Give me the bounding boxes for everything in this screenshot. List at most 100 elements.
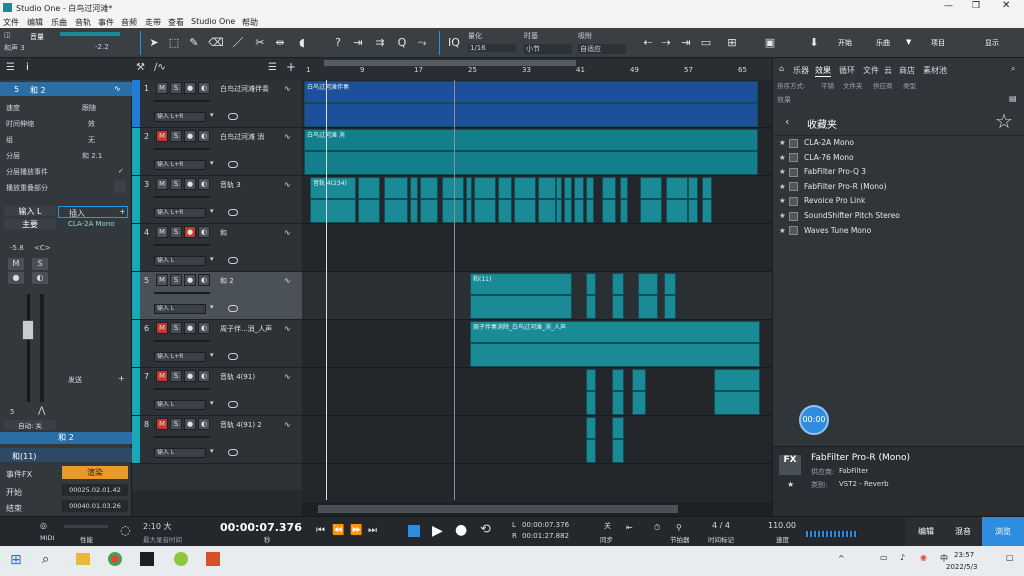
plugin-fav-icon[interactable]: ★ — [787, 480, 794, 489]
monitor-button[interactable]: ◐ — [32, 272, 48, 284]
track-toggle[interactable] — [228, 209, 238, 216]
track-solo-button[interactable]: S — [170, 178, 182, 190]
track-input-select[interactable]: 输入 L+R — [154, 112, 206, 122]
audio-clip[interactable] — [620, 177, 628, 223]
timeline-ruler[interactable]: 1 9 17 25 33 41 49 57 65 — [302, 58, 772, 80]
track-name[interactable]: 周子伴...消_人声 — [220, 324, 280, 334]
track-input-select[interactable]: 输入 L — [154, 400, 206, 410]
render-button[interactable]: 渲染 — [62, 466, 128, 479]
event-end-field[interactable]: 00040.01.03.26 — [62, 500, 128, 512]
zoom-icon[interactable]: Q — [394, 35, 410, 51]
track-lane[interactable] — [302, 224, 772, 272]
time-signature[interactable]: 4 / 4 — [712, 521, 730, 530]
audio-clip[interactable] — [556, 177, 562, 223]
track-name[interactable]: 和 2 — [220, 276, 280, 286]
track-mute-button[interactable]: M — [156, 418, 168, 430]
download-icon[interactable]: ⬇ — [806, 35, 822, 51]
track-monitor-button[interactable]: ◐ — [198, 178, 210, 190]
track-solo-button[interactable]: S — [170, 370, 182, 382]
track-solo-button[interactable]: S — [170, 418, 182, 430]
audio-clip[interactable] — [666, 177, 688, 223]
app-icon-green[interactable] — [174, 552, 188, 566]
sort-flat[interactable]: 平铺 — [821, 80, 834, 90]
track-record-button[interactable]: ● — [184, 130, 196, 142]
audio-clip[interactable] — [410, 177, 418, 223]
maximize-icon[interactable]: ❐ — [972, 1, 980, 11]
tray-chevron-icon[interactable]: ^ — [838, 554, 845, 563]
range-tool-icon[interactable]: ⬚ — [166, 35, 182, 51]
wrench-icon[interactable]: ⚒ — [136, 62, 145, 73]
chrome-icon[interactable] — [108, 552, 122, 566]
track-mute-button[interactable]: M — [156, 130, 168, 142]
tab-pool[interactable]: 素材池 — [923, 65, 947, 76]
track-name[interactable]: 白鸟过河滩伴奏 — [220, 84, 280, 94]
star-icon[interactable]: ★ — [779, 138, 789, 147]
play-button[interactable]: ▶ — [432, 523, 443, 539]
track-lane[interactable] — [302, 368, 772, 416]
audio-clip[interactable]: 白鸟过河滩 消 — [304, 129, 758, 175]
track-name[interactable]: 和 — [220, 228, 280, 238]
audio-clip[interactable] — [514, 177, 536, 223]
list-view-icon[interactable]: ▤ — [1009, 94, 1017, 103]
project-overview-icon[interactable]: ▣ — [762, 35, 778, 51]
track-solo-button[interactable]: S — [170, 130, 182, 142]
track-volume-slider[interactable] — [154, 388, 210, 390]
audio-clip[interactable] — [586, 417, 596, 463]
sort-type[interactable]: 类型 — [903, 80, 916, 90]
group-select[interactable]: 无 — [88, 135, 95, 145]
audio-clip[interactable] — [538, 177, 556, 223]
track-volume-slider[interactable] — [154, 292, 210, 294]
forward-icon[interactable]: ⏩ — [350, 525, 362, 536]
snap-cursor-icon[interactable]: ⇥ — [678, 35, 694, 51]
browse-button[interactable]: 浏览 — [982, 517, 1024, 547]
star-icon[interactable]: ★ — [779, 153, 789, 162]
network-icon[interactable]: ▭ — [880, 553, 888, 562]
track-toggle[interactable] — [228, 257, 238, 264]
listen-tool-icon[interactable]: ◖ — [294, 35, 310, 51]
menu-audio[interactable]: 音频 — [121, 17, 137, 28]
tempo-value[interactable]: 110.00 — [768, 521, 796, 530]
audio-clip[interactable]: 白鸟过河滩伴奏 — [304, 81, 758, 127]
track-volume-slider[interactable] — [154, 340, 210, 342]
studio-one-icon[interactable] — [140, 552, 154, 566]
add-insert-icon[interactable]: + — [119, 207, 126, 216]
menu-track[interactable]: 音轨 — [75, 17, 91, 28]
track-record-button[interactable]: ● — [184, 418, 196, 430]
menu-view[interactable]: 查看 — [168, 17, 184, 28]
favorite-plugin-item[interactable]: ★ CLA-2A Mono — [779, 138, 854, 152]
info-icon[interactable]: i — [26, 62, 29, 73]
audio-clip[interactable] — [358, 177, 380, 223]
snap-select[interactable]: 自适应 — [578, 44, 626, 54]
audio-clip[interactable] — [474, 177, 496, 223]
windows-start-icon[interactable]: ⊞ — [10, 552, 22, 568]
track-volume-slider[interactable] — [154, 100, 210, 102]
track-monitor-button[interactable]: ◐ — [198, 418, 210, 430]
audio-clip[interactable] — [602, 177, 616, 223]
file-explorer-icon[interactable] — [76, 553, 90, 565]
loop-icon[interactable]: ⟲ — [480, 522, 491, 537]
audio-clip[interactable] — [384, 177, 408, 223]
star-icon[interactable]: ★ — [779, 167, 789, 176]
volume-fader[interactable] — [22, 320, 34, 340]
app-icon-red[interactable] — [206, 552, 220, 566]
scrollbar-thumb[interactable] — [318, 505, 678, 513]
grid-menu-icon[interactable]: ⊞ — [724, 35, 740, 51]
metronome-icon[interactable]: ⚲ — [676, 523, 682, 532]
track-monitor-button[interactable]: ◐ — [198, 82, 210, 94]
audio-clip[interactable] — [586, 273, 596, 319]
audio-clip[interactable] — [612, 417, 624, 463]
track-monitor-button[interactable]: ◐ — [198, 226, 210, 238]
track-input-dropdown-icon[interactable]: ▾ — [210, 399, 214, 407]
menu-help[interactable]: 帮助 — [242, 17, 258, 28]
layer-select[interactable]: 和 2.1 — [82, 151, 102, 161]
tab-cloud[interactable]: 云 — [884, 65, 892, 76]
tab-loops[interactable]: 循环 — [839, 65, 855, 76]
track-record-button[interactable]: ● — [184, 82, 196, 94]
favorite-star-icon[interactable]: ☆ — [995, 109, 1013, 133]
breadcrumb[interactable]: 效果 — [777, 95, 791, 105]
close-icon[interactable]: ✕ — [1002, 0, 1010, 11]
track-input-dropdown-icon[interactable]: ▾ — [210, 111, 214, 119]
track-monitor-button[interactable]: ◐ — [198, 322, 210, 334]
star-icon[interactable]: ★ — [779, 226, 789, 235]
track-header[interactable]: 1 M S ● ◐ 白鸟过河滩伴奏 ∿ 输入 L+R ▾ — [132, 80, 302, 128]
